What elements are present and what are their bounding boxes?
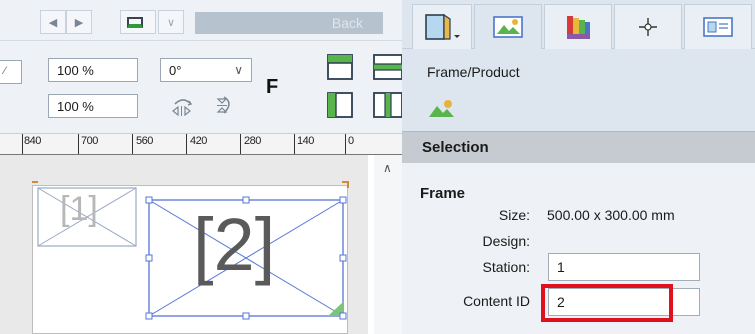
toolbar-divider — [0, 40, 402, 41]
highlight-box — [541, 284, 673, 322]
frame-product-icon — [425, 13, 460, 40]
left-edge-field[interactable]: ⁄ — [0, 60, 22, 84]
chevron-right-icon: ▶ — [74, 16, 84, 29]
ruler-label: 140 — [297, 135, 314, 147]
chevron-down-icon: ∨ — [166, 16, 176, 29]
view-mode-dropdown[interactable]: ∨ — [158, 10, 184, 34]
tab-layout[interactable] — [684, 4, 752, 49]
crosshair-icon — [639, 18, 657, 36]
flip-label: F — [266, 76, 279, 98]
vertical-scrollbar[interactable]: ∧ — [374, 155, 402, 334]
image-frame-icon — [493, 16, 523, 38]
ruler-tick — [186, 134, 187, 154]
ruler-label: 0 — [348, 135, 354, 147]
zoom-x-input[interactable]: 100 % — [48, 58, 138, 82]
align-left-icon[interactable] — [325, 90, 355, 120]
layout-icon — [703, 17, 733, 37]
zoom-y-input[interactable]: 100 % — [48, 94, 138, 118]
ruler-label: 840 — [24, 135, 41, 147]
design-label: Design: — [482, 233, 530, 249]
rotation-value: 0° — [169, 62, 182, 78]
align-top-icon[interactable] — [325, 52, 355, 82]
nav-next-button[interactable]: ▶ — [66, 10, 92, 34]
station-label: Station: — [482, 259, 530, 275]
ruler-tick — [78, 134, 79, 154]
ruler-label: 420 — [190, 135, 207, 147]
tab-image[interactable] — [474, 4, 542, 49]
tab-position[interactable] — [614, 4, 682, 49]
flip-horizontal-icon[interactable] — [170, 94, 196, 118]
align-middle-icon[interactable] — [371, 52, 402, 82]
chevron-down-icon: ⁄ — [4, 65, 6, 77]
flip-vertical-icon[interactable] — [214, 94, 240, 118]
ruler-tick — [345, 134, 346, 154]
back-button[interactable]: Back — [195, 12, 383, 34]
align-center-icon[interactable] — [371, 90, 402, 120]
station-input[interactable]: 1 — [548, 253, 700, 281]
crop-mark — [342, 181, 349, 188]
frame-2-label: [2] — [193, 203, 276, 286]
image-frame-icon — [429, 100, 454, 117]
size-label: Size: — [498, 207, 530, 223]
scroll-up-icon[interactable]: ∧ — [383, 161, 392, 175]
frame-group-title: Frame — [420, 185, 466, 202]
rotation-select[interactable]: 0° ∨ — [160, 58, 252, 82]
chevron-down-icon: ∨ — [234, 63, 243, 77]
chevron-left-icon: ◀ — [48, 16, 58, 29]
tab-color[interactable] — [544, 4, 612, 49]
ruler-tick — [22, 134, 23, 154]
ruler-tick — [240, 134, 241, 154]
panel-section-title: Frame/Product — [427, 64, 520, 80]
content-id-label: Content ID — [463, 293, 530, 309]
selection-header[interactable]: Selection — [402, 131, 755, 163]
size-value: 500.00 x 300.00 mm — [547, 207, 675, 223]
color-swatch-icon — [567, 16, 590, 39]
ruler-tick — [132, 134, 133, 154]
ruler-label: 700 — [81, 135, 98, 147]
frame-1-label: [1] — [60, 190, 98, 228]
ruler-tick — [294, 134, 295, 154]
ruler-label: 280 — [244, 135, 261, 147]
view-mode-button[interactable] — [120, 10, 156, 34]
window-icon — [127, 16, 143, 28]
nav-prev-button[interactable]: ◀ — [40, 10, 66, 34]
tab-frame-product[interactable] — [412, 4, 472, 49]
ruler-label: 560 — [136, 135, 153, 147]
